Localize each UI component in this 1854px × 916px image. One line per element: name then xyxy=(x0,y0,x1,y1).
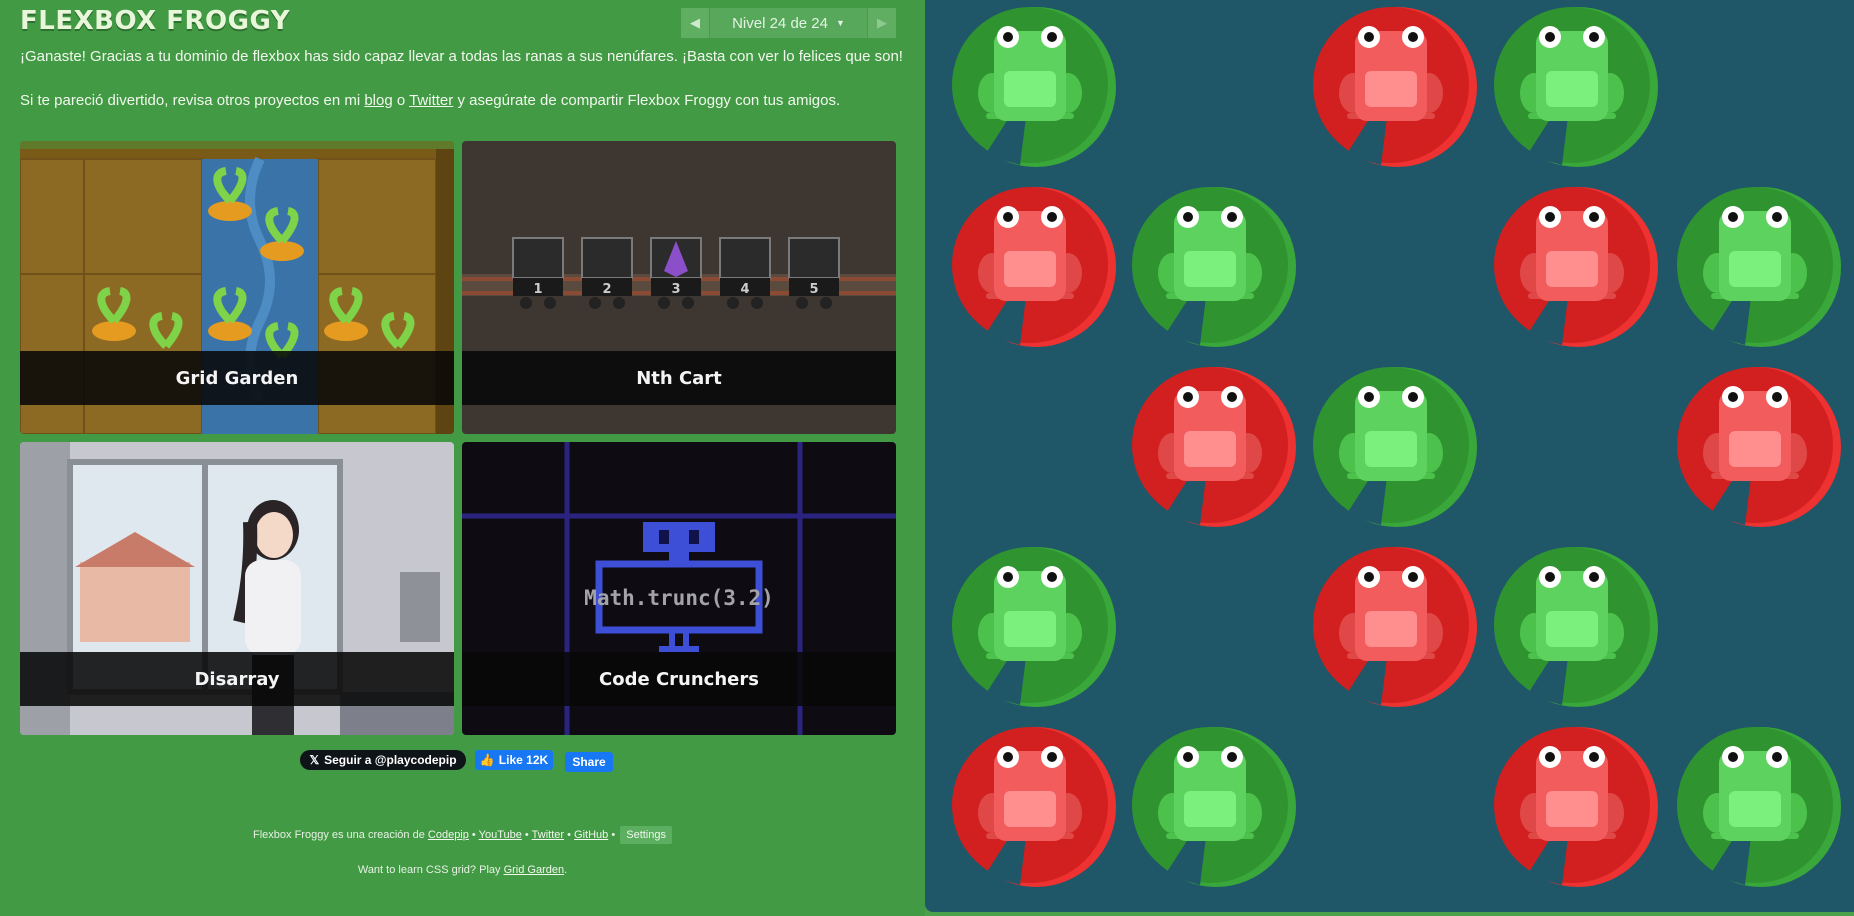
grid-garden-link[interactable]: Grid Garden xyxy=(504,864,565,876)
twitter-link-footer[interactable]: Twitter xyxy=(532,829,564,841)
triangle-right-icon: ▶ xyxy=(877,15,887,31)
project-title: Grid Garden xyxy=(20,351,454,405)
twitter-link[interactable]: Twitter xyxy=(409,92,453,109)
blog-link[interactable]: blog xyxy=(364,92,392,109)
github-link[interactable]: GitHub xyxy=(574,829,608,841)
project-card-disarray[interactable]: Disarray xyxy=(20,442,454,735)
x-logo-icon: 𝕏 xyxy=(309,753,320,767)
app-title: FLEXBOX FROGGY xyxy=(20,6,291,36)
facebook-share-button[interactable]: Share xyxy=(565,752,613,772)
cart-number: 4 xyxy=(740,282,749,297)
level-navigation: ◀ Nivel 24 de 24 ▼ ▶ xyxy=(681,8,896,38)
youtube-link[interactable]: YouTube xyxy=(479,829,522,841)
project-card-grid-garden[interactable]: Grid Garden xyxy=(20,141,454,434)
cart-number: 5 xyxy=(809,282,818,297)
pond-board xyxy=(925,0,1854,912)
project-card-code-crunchers[interactable]: Math.trunc(3.2) Code Crunchers xyxy=(462,442,896,735)
facebook-like-button[interactable]: 👍 Like 12K xyxy=(475,750,553,770)
triangle-left-icon: ◀ xyxy=(690,15,700,31)
pond-svg xyxy=(952,7,1841,887)
sidebar: FLEXBOX FROGGY ◀ Nivel 24 de 24 ▼ ▶ ¡Gan… xyxy=(0,0,925,916)
level-dropdown[interactable]: Nivel 24 de 24 ▼ xyxy=(709,8,868,38)
share-message: Si te pareció divertido, revisa otros pr… xyxy=(20,92,841,109)
project-title: Nth Cart xyxy=(462,351,896,405)
cart-number: 1 xyxy=(533,282,542,297)
footer-credits: Flexbox Froggy es una creación de Codepi… xyxy=(0,826,925,844)
cart-number: 2 xyxy=(602,282,611,297)
next-level-button[interactable]: ▶ xyxy=(868,8,896,38)
level-label: Nivel 24 de 24 xyxy=(732,14,828,32)
previous-level-button[interactable]: ◀ xyxy=(681,8,709,38)
codepip-link[interactable]: Codepip xyxy=(428,829,469,841)
thumbs-up-icon: 👍 xyxy=(479,753,495,767)
caret-down-icon: ▼ xyxy=(835,18,845,28)
win-message: ¡Ganaste! Gracias a tu dominio de flexbo… xyxy=(20,48,903,65)
code-snippet: Math.trunc(3.2) xyxy=(584,586,774,610)
project-title: Code Crunchers xyxy=(462,652,896,706)
footer-grid-promo: Want to learn CSS grid? Play Grid Garden… xyxy=(357,864,568,876)
project-card-nth-cart[interactable]: 1 2 3 4 5 Nth Cart xyxy=(462,141,896,434)
cart-number: 3 xyxy=(671,282,680,297)
twitter-follow-button[interactable]: 𝕏 Seguir a @playcodepip xyxy=(300,750,466,770)
settings-button[interactable]: Settings xyxy=(620,826,672,844)
project-title: Disarray xyxy=(20,652,454,706)
